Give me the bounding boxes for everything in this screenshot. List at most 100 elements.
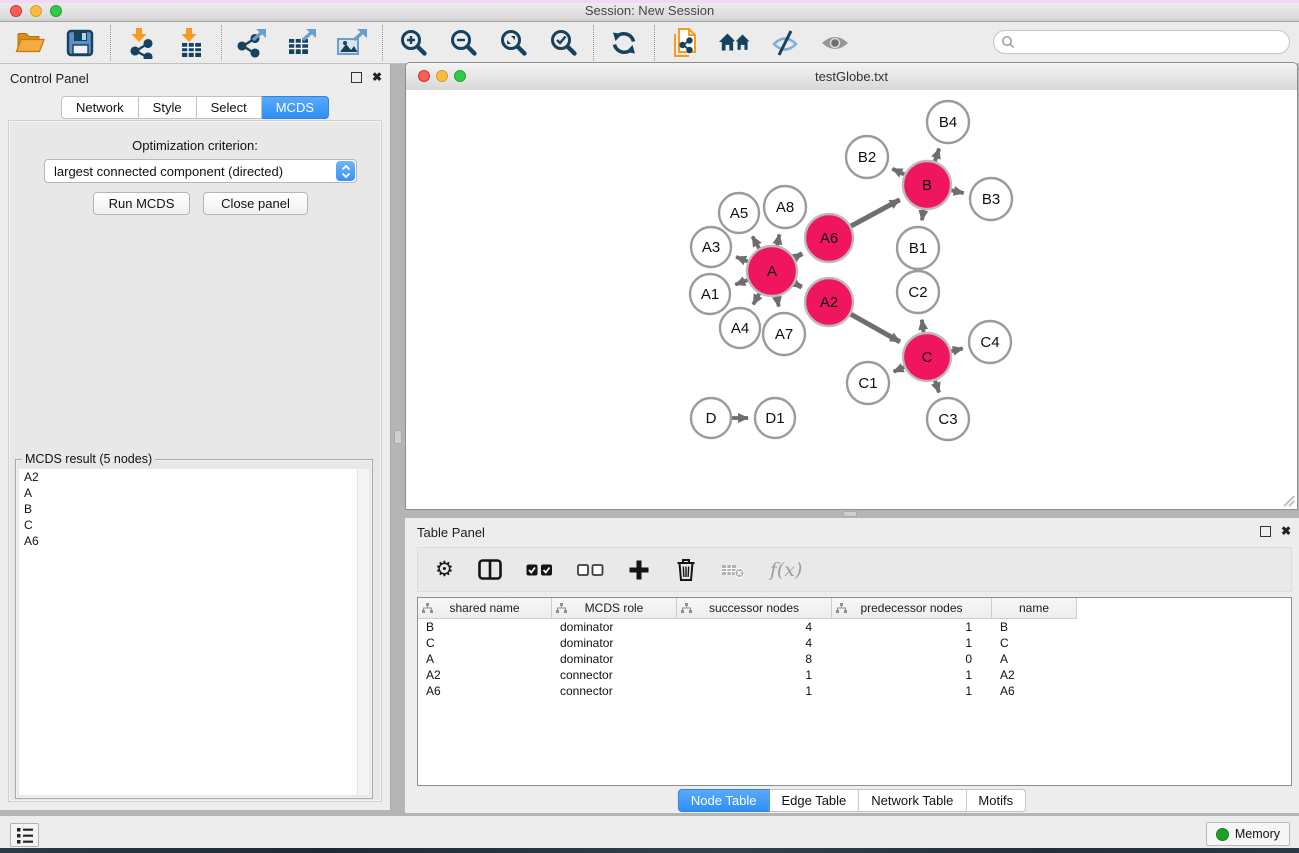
zoom-fit-icon[interactable] [496,26,530,60]
delete-column-trash-icon[interactable] [674,555,698,585]
network-canvas[interactable]: AA1A2A3A4A5A6A7A8BB1B2B3B4CC1C2C3C4DD1 [406,90,1297,509]
close-table-panel-icon[interactable]: ✖ [1281,526,1291,537]
graph-node-a[interactable]: A [747,246,797,296]
open-file-icon[interactable] [13,26,47,60]
graph-edge-B-B3[interactable] [951,190,963,193]
graph-node-c[interactable]: C [903,333,951,381]
import-table-icon[interactable] [174,26,208,60]
tab-edge-table[interactable]: Edge Table [769,789,859,812]
graph-edge-A-A8[interactable] [777,234,779,245]
table-row[interactable]: Adominator80A [418,651,1291,667]
tab-node-table[interactable]: Node Table [678,789,770,812]
column-header-successor-nodes[interactable]: successor nodes [677,598,832,619]
zoom-selected-icon[interactable] [546,26,580,60]
show-all-icon[interactable] [818,26,852,60]
hide-selected-icon[interactable] [768,26,802,60]
save-session-icon[interactable] [63,26,97,60]
column-header-name[interactable]: name [992,598,1077,619]
graph-node-c2[interactable]: C2 [897,271,939,313]
search-box[interactable] [993,30,1290,54]
search-input[interactable] [1015,35,1289,50]
graph-edge-C-C3[interactable] [935,381,939,393]
graph-node-a7[interactable]: A7 [763,313,805,355]
graph-edge-A-A4[interactable] [753,294,759,305]
zoom-in-icon[interactable] [396,26,430,60]
graph-node-a2[interactable]: A2 [805,278,853,326]
graph-node-a5[interactable]: A5 [719,193,759,233]
graph-edge-A-A6[interactable] [795,254,803,258]
table-settings-gear-icon[interactable]: ⚙ [435,555,454,585]
float-panel-icon[interactable] [351,72,362,83]
run-mcds-button[interactable]: Run MCDS [93,192,190,215]
close-panel-button[interactable]: Close panel [203,192,308,215]
delete-table-icon[interactable] [722,555,746,585]
graph-node-c1[interactable]: C1 [847,362,889,404]
refresh-icon[interactable] [607,26,641,60]
zoom-out-icon[interactable] [446,26,480,60]
network-graph[interactable]: AA1A2A3A4A5A6A7A8BB1B2B3B4CC1C2C3C4DD1 [406,90,1297,509]
graph-edge-A-A2[interactable] [795,283,802,287]
graph-node-b4[interactable]: B4 [927,101,969,143]
graph-node-a8[interactable]: A8 [764,186,806,228]
deselect-all-rows-icon[interactable] [577,555,604,585]
graph-node-b3[interactable]: B3 [970,178,1012,220]
graph-edge-A-A3[interactable] [736,257,748,262]
first-neighbors-icon[interactable] [718,26,752,60]
graph-edge-A-A5[interactable] [752,236,759,248]
table-row[interactable]: A2connector11A2 [418,667,1291,683]
graph-node-d1[interactable]: D1 [755,398,795,438]
select-all-rows-icon[interactable] [526,555,553,585]
graph-edge-B-B2[interactable] [892,169,904,175]
graph-node-b[interactable]: B [903,161,951,209]
graph-node-a3[interactable]: A3 [691,227,731,267]
resize-grip-icon[interactable] [1280,492,1296,508]
export-table-icon[interactable] [285,26,319,60]
graph-node-d[interactable]: D [691,398,731,438]
graph-node-a1[interactable]: A1 [690,274,730,314]
mcds-result-item[interactable]: B [19,501,369,517]
export-image-icon[interactable] [335,26,369,60]
tab-select[interactable]: Select [197,96,262,119]
table-row[interactable]: Bdominator41B [418,619,1291,635]
graph-edge-A-A7[interactable] [777,297,779,307]
mcds-result-item[interactable]: A [19,485,369,501]
vertical-splitter-handle[interactable] [394,430,402,444]
graph-node-b2[interactable]: B2 [846,136,888,178]
float-table-panel-icon[interactable] [1260,526,1271,537]
column-header-mcds-role[interactable]: MCDS role [552,598,677,619]
task-history-button[interactable] [10,823,39,847]
graph-node-c4[interactable]: C4 [969,321,1011,363]
mcds-result-list[interactable]: A2ABCA6 [19,469,369,795]
tab-style[interactable]: Style [139,96,197,119]
column-visibility-icon[interactable] [478,555,502,585]
create-column-icon[interactable] [628,555,650,585]
tab-network[interactable]: Network [61,96,139,119]
graph-edge-C-C2[interactable] [922,320,924,333]
graph-edge-A-A1[interactable] [735,280,747,285]
new-network-from-selection-icon[interactable] [668,26,702,60]
result-scrollbar[interactable] [357,469,369,795]
table-row[interactable]: Cdominator41C [418,635,1291,651]
graph-node-c3[interactable]: C3 [927,398,969,440]
graph-node-a6[interactable]: A6 [805,214,853,262]
mcds-result-item[interactable]: A2 [19,469,369,485]
graph-edge-A2-C[interactable] [851,314,900,342]
graph-edge-C-C4[interactable] [951,348,962,351]
mcds-result-item[interactable]: A6 [19,533,369,549]
function-builder-button[interactable]: f(x) [770,555,803,585]
graph-edge-B-B4[interactable] [935,149,939,162]
graph-node-a4[interactable]: A4 [720,308,760,348]
tab-mcds[interactable]: MCDS [262,96,329,119]
export-network-icon[interactable] [235,26,269,60]
close-panel-icon[interactable]: ✖ [372,72,382,83]
criterion-select[interactable]: largest connected component (directed) [44,159,357,183]
table-row[interactable]: A6connector11A6 [418,683,1291,699]
horizontal-splitter-handle[interactable] [843,511,857,517]
tab-network-table[interactable]: Network Table [859,789,966,812]
graph-edge-C-C1[interactable] [894,367,905,372]
mcds-result-item[interactable]: C [19,517,369,533]
column-header-shared-name[interactable]: shared name [418,598,552,619]
graph-edge-A6-B[interactable] [851,200,900,226]
graph-edge-B-B1[interactable] [922,210,924,221]
tab-motifs[interactable]: Motifs [966,789,1026,812]
